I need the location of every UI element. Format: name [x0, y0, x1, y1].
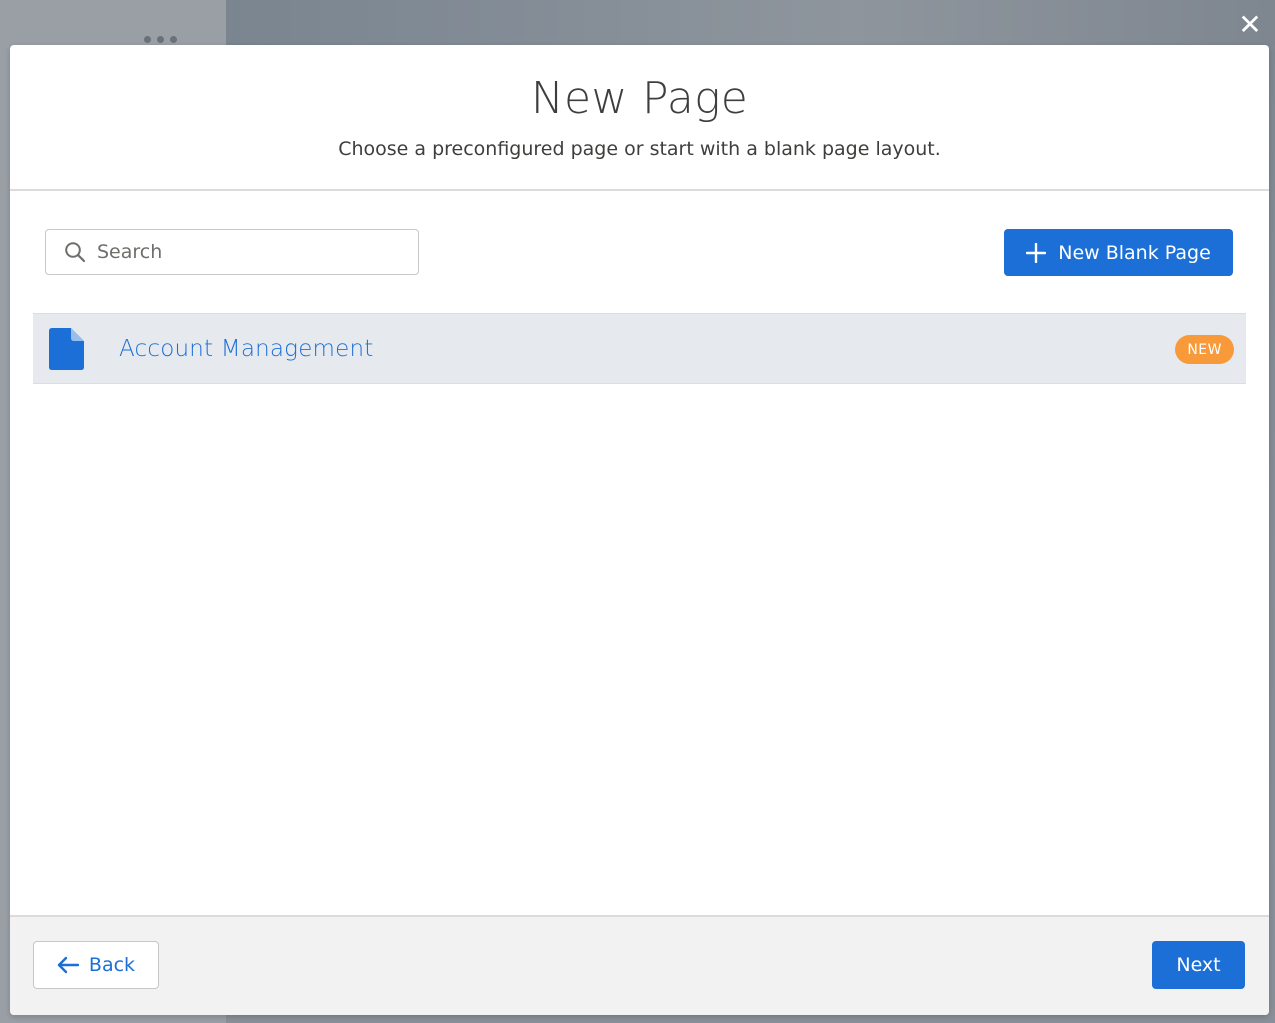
more-icon	[144, 36, 180, 44]
close-icon: ✕	[1238, 8, 1262, 41]
back-button[interactable]: Back	[33, 941, 159, 989]
close-button[interactable]: ✕	[1233, 8, 1267, 42]
document-icon	[49, 327, 84, 370]
new-badge: NEW	[1175, 335, 1234, 364]
arrow-left-icon	[57, 956, 79, 974]
template-list: Account Management NEW	[33, 313, 1246, 384]
list-item[interactable]: Account Management NEW	[33, 313, 1246, 384]
plus-icon	[1026, 242, 1047, 263]
new-page-modal: New Page Choose a preconfigured page or …	[10, 45, 1269, 1015]
modal-footer: Back Next	[10, 915, 1269, 1015]
search-box[interactable]	[45, 229, 419, 275]
modal-body: New Blank Page Account Management NEW	[10, 191, 1269, 915]
next-label: Next	[1176, 954, 1221, 976]
new-blank-page-label: New Blank Page	[1058, 241, 1211, 264]
next-button[interactable]: Next	[1152, 941, 1245, 989]
modal-header: New Page Choose a preconfigured page or …	[10, 45, 1269, 191]
new-blank-page-button[interactable]: New Blank Page	[1004, 229, 1233, 276]
search-input[interactable]	[95, 240, 399, 264]
back-label: Back	[88, 954, 136, 976]
backdrop-header	[226, 0, 1275, 46]
modal-title: New Page	[530, 73, 749, 124]
modal-subtitle: Choose a preconfigured page or start wit…	[338, 138, 941, 160]
search-icon	[63, 240, 87, 264]
list-item-label: Account Management	[119, 335, 374, 362]
